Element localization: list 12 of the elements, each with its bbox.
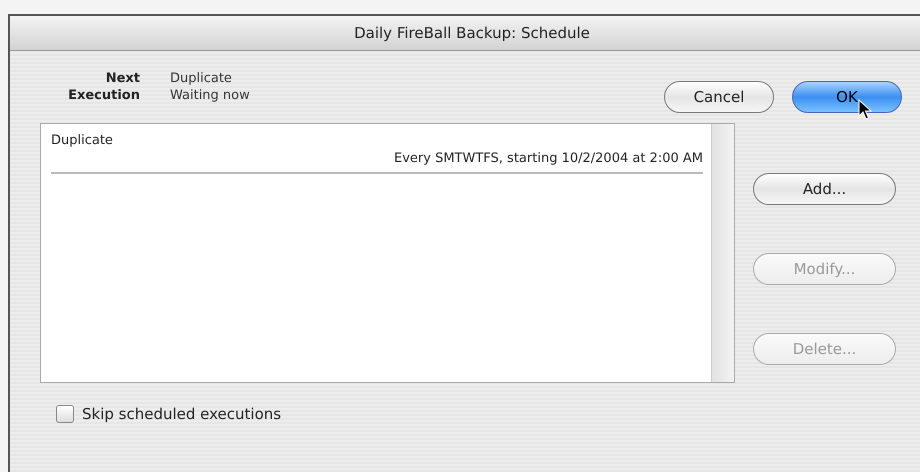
cancel-button[interactable]: Cancel (664, 81, 774, 113)
next-execution-value: Waiting now (170, 87, 250, 104)
next-execution-value: Duplicate (170, 70, 233, 87)
ok-button[interactable]: OK (792, 81, 902, 113)
schedule-detail: Every SMTWTFS, starting 10/2/2004 at 2:00 AM (394, 150, 703, 168)
cursor-icon (858, 99, 872, 121)
window-title: Daily FireBall Backup: Schedule (354, 24, 590, 42)
side-button[interactable]: Add... (753, 173, 896, 205)
next-execution-label: Next Execution (67, 70, 140, 104)
checkbox-label[interactable]: Skip scheduled executions (82, 405, 282, 423)
schedule-name: Duplicate (51, 132, 114, 150)
checkbox[interactable] (56, 405, 74, 423)
